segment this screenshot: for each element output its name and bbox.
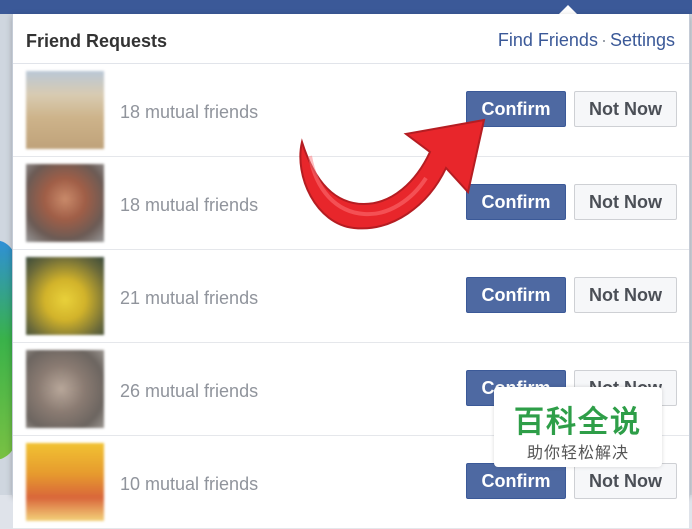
mutual-friends-count[interactable]: 18 mutual friends (120, 102, 258, 123)
avatar[interactable] (26, 164, 104, 242)
not-now-button[interactable]: Not Now (574, 277, 677, 313)
not-now-button[interactable]: Not Now (574, 463, 677, 499)
mutual-friends-count[interactable]: 10 mutual friends (120, 474, 258, 495)
not-now-button[interactable]: Not Now (574, 91, 677, 127)
avatar[interactable] (26, 443, 104, 521)
friend-request-row: 21 mutual friends Confirm Not Now (13, 250, 689, 343)
red-curved-arrow-icon (299, 118, 486, 230)
link-separator: · (600, 30, 607, 50)
mutual-friends-count[interactable]: 26 mutual friends (120, 381, 258, 402)
watermark-title: 百科全说 (514, 406, 642, 439)
header-links: Find Friends · Settings (498, 30, 675, 51)
not-now-button[interactable]: Not Now (574, 184, 677, 220)
avatar[interactable] (26, 71, 104, 149)
mutual-friends-count[interactable]: 18 mutual friends (120, 195, 258, 216)
avatar[interactable] (26, 257, 104, 335)
avatar[interactable] (26, 350, 104, 428)
find-friends-link[interactable]: Find Friends (498, 30, 598, 50)
confirm-button[interactable]: Confirm (466, 463, 566, 499)
mutual-friends-count[interactable]: 21 mutual friends (120, 288, 258, 309)
watermark-subtitle: 助你轻松解决 (526, 445, 629, 462)
settings-link[interactable]: Settings (610, 30, 675, 50)
panel-title: Friend Requests (26, 31, 168, 51)
dropdown-header: Friend Requests Find Friends · Settings (13, 14, 689, 64)
watermark: 百科全说 助你轻松解决 (494, 387, 662, 467)
top-nav-bar (0, 0, 692, 14)
confirm-button[interactable]: Confirm (466, 277, 566, 313)
